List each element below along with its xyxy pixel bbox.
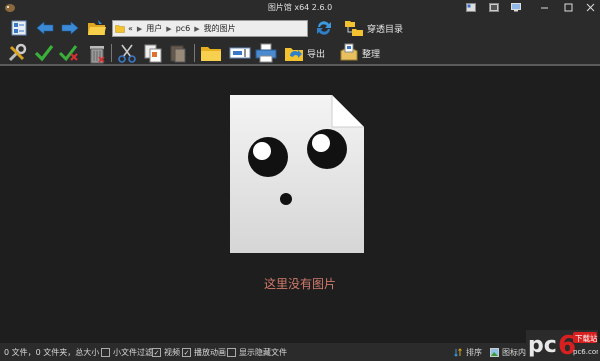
traverse-directory-button[interactable]: 穿透目录	[344, 18, 404, 38]
sort-icon	[454, 348, 462, 357]
chevron-right-icon: ▶	[194, 24, 200, 33]
maximize-button[interactable]	[562, 2, 574, 13]
monitor-icon	[511, 3, 521, 12]
rename-icon	[229, 47, 251, 59]
file-summary: 0 文件，0 文件夹，总大小 0	[4, 348, 107, 357]
skin-icon	[466, 3, 476, 12]
small-file-filter-label: 小文件过滤	[113, 348, 153, 357]
title-bar: 图片馆 x64 2.6.0	[0, 0, 600, 16]
check-cross-icon	[58, 45, 78, 62]
folder-open-icon	[88, 20, 106, 35]
svg-text:下载站: 下载站	[575, 333, 598, 343]
refresh-icon	[317, 21, 331, 35]
video-label: 视频	[164, 348, 180, 357]
minimize-button[interactable]	[538, 2, 550, 13]
export-label: 导出	[307, 49, 326, 60]
chevron-right-icon: ▶	[166, 24, 172, 33]
invert-selection-button[interactable]	[58, 42, 80, 64]
close-icon	[586, 3, 594, 12]
open-folder-button[interactable]	[86, 18, 108, 38]
breadcrumb-pc6[interactable]: pc6	[176, 24, 191, 33]
folder-icon	[115, 25, 125, 33]
checkbox-box[interactable]	[101, 348, 110, 357]
toolbar-divider	[111, 44, 112, 62]
show-hidden-checkbox[interactable]: 显示隐藏文件	[227, 347, 287, 358]
fullscreen-icon	[489, 3, 499, 12]
tools-icon	[8, 43, 27, 62]
select-all-button[interactable]	[34, 42, 54, 64]
empty-state-message: 这里没有图片	[263, 277, 336, 291]
copy-button[interactable]	[143, 42, 163, 64]
play-animation-label: 播放动画	[194, 348, 226, 357]
image-icon	[490, 348, 499, 357]
video-checkbox[interactable]: ✓ 视频	[152, 347, 180, 358]
checkbox-box[interactable]: ✓	[182, 348, 191, 357]
tree-folder-icon	[345, 21, 363, 36]
sort-label: 排序	[466, 348, 482, 357]
sort-button[interactable]: 排序	[454, 347, 482, 358]
trash-icon	[90, 46, 105, 64]
export-icon	[285, 48, 303, 61]
minimize-icon	[540, 7, 548, 9]
address-bar[interactable]: « ▶ 用户 ▶ pc6 ▶ 我的图片	[112, 20, 308, 37]
thumbnail-area[interactable]: 这里没有图片	[0, 68, 600, 343]
export-button[interactable]: 导出	[284, 42, 325, 64]
display-button[interactable]	[510, 2, 522, 13]
organize-button[interactable]: 整理	[339, 42, 380, 64]
folder-icon	[201, 47, 221, 61]
empty-file-illustration	[230, 95, 364, 253]
print-button[interactable]	[255, 42, 277, 64]
settings-button[interactable]	[7, 42, 27, 64]
address-back-marker[interactable]: «	[128, 24, 133, 33]
paste-icon	[170, 45, 186, 63]
cut-button[interactable]	[117, 42, 137, 64]
svg-text:pc6.com: pc6.com	[573, 348, 598, 356]
arrow-left-icon	[36, 21, 54, 35]
delete-button[interactable]	[87, 42, 107, 64]
printer-icon	[255, 43, 277, 63]
status-bar: 0 文件，0 文件夹，总大小 0 小文件过滤 ✓ 视频 ✓ 播放动画 显示隐藏文…	[0, 343, 600, 361]
back-button[interactable]	[35, 18, 55, 38]
skin-button[interactable]	[465, 2, 477, 13]
small-file-filter-checkbox[interactable]: 小文件过滤	[101, 347, 153, 358]
organize-box-icon	[340, 43, 358, 61]
traverse-directory-label: 穿透目录	[367, 24, 404, 35]
checkmark-icon	[34, 45, 54, 62]
main-toolbar: 导出 整理	[0, 40, 600, 66]
maximize-icon	[564, 3, 572, 12]
play-animation-checkbox[interactable]: ✓ 播放动画	[182, 347, 226, 358]
chevron-right-icon: ▶	[136, 24, 143, 33]
close-button[interactable]	[584, 2, 596, 13]
show-hidden-label: 显示隐藏文件	[239, 348, 287, 357]
scissors-icon	[118, 44, 136, 63]
list-view-icon	[11, 20, 27, 36]
organize-label: 整理	[362, 49, 381, 60]
forward-button[interactable]	[60, 18, 80, 38]
copy-icon	[144, 44, 162, 63]
new-folder-button[interactable]	[200, 42, 222, 64]
view-mode-button[interactable]	[8, 18, 30, 38]
breadcrumb-my-pictures[interactable]: 我的图片	[204, 23, 236, 34]
svg-text:pc: pc	[528, 333, 557, 358]
navigation-bar: « ▶ 用户 ▶ pc6 ▶ 我的图片 穿透目录	[0, 16, 600, 40]
refresh-button[interactable]	[314, 18, 334, 38]
checkbox-box[interactable]	[227, 348, 236, 357]
pc6-watermark-logo: pc 6 下载站 pc6.com	[526, 330, 598, 360]
breadcrumb-users[interactable]: 用户	[146, 23, 162, 34]
arrow-right-icon	[61, 21, 79, 35]
paste-button[interactable]	[168, 42, 188, 64]
toolbar-divider	[194, 44, 195, 62]
rename-button[interactable]	[229, 42, 251, 64]
checkbox-box[interactable]: ✓	[152, 348, 161, 357]
fullscreen-button[interactable]	[488, 2, 500, 13]
